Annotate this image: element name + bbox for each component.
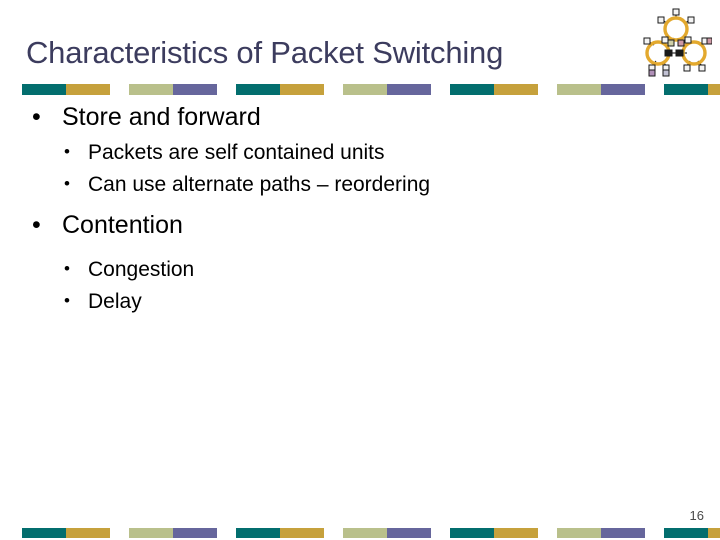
bar-gap [217,528,236,538]
bar-segment-teal [236,528,280,538]
bar-gap [538,528,557,538]
bullet-text: Delay [88,290,142,314]
bullet-level2-delay: • Delay [0,290,720,313]
bullet-text: Congestion [88,258,195,282]
bar-segment-sage [343,528,387,538]
bar-segment-gold [66,84,110,95]
bar-gap [217,84,236,95]
bar-segment-gold [66,528,110,538]
decorative-color-bar-top [22,84,720,95]
bullet-level2-packets-self-contained: • Packets are self contained units [0,141,720,164]
bar-gap [645,528,664,538]
bullet-level1-contention: • Contention [0,210,720,240]
slide-number: 16 [689,508,704,523]
bullet-text: Contention [62,210,183,239]
bar-gap [538,84,557,95]
bar-segment-gold [708,528,720,538]
bar-gap [324,528,343,538]
bar-group [664,528,720,538]
bar-segment-sage [557,528,601,538]
bullet-marker-icon: • [32,103,41,131]
network-topology-icon [632,4,713,80]
bullet-text: Can use alternate paths – reordering [88,172,431,196]
bullet-marker-icon: • [64,259,70,279]
bar-segment-slate [387,528,431,538]
bar-gap [431,84,450,95]
bullet-marker-icon: • [64,291,70,311]
bar-segment-sage [557,84,601,95]
bar-segment-teal [22,528,66,538]
bullet-marker-icon: • [64,141,70,161]
bar-segment-teal [450,528,494,538]
bar-segment-slate [173,528,217,538]
slide-canvas: Characteristics of Packet Switching • St… [0,0,720,540]
bullet-marker-icon: • [32,210,41,239]
bar-segment-gold [494,528,538,538]
bullet-text: Packets are self contained units [88,140,385,164]
bar-gap [645,84,664,95]
bar-segment-teal [664,84,708,95]
bullet-level2-congestion: • Congestion [0,258,720,281]
bar-group [664,84,720,95]
bar-segment-slate [173,84,217,95]
bar-segment-gold [280,84,324,95]
slide-body: • Store and forward • Packets are self c… [0,103,720,313]
bar-gap [110,528,129,538]
bar-segment-sage [129,528,173,538]
bar-segment-sage [343,84,387,95]
bar-gap [431,528,450,538]
bar-group [236,84,450,95]
bar-segment-slate [387,84,431,95]
bar-gap [324,84,343,95]
bar-group [22,528,236,538]
bar-segment-teal [664,528,708,538]
bar-gap [110,84,129,95]
bar-group [236,528,450,538]
page-title: Characteristics of Packet Switching [26,34,504,70]
bullet-marker-icon: • [64,173,70,193]
title-area: Characteristics of Packet Switching [26,28,626,78]
bar-segment-slate [601,84,645,95]
bar-segment-teal [22,84,66,95]
bullet-level2-alternate-paths: • Can use alternate paths – reordering [0,173,720,196]
bar-segment-teal [450,84,494,95]
bar-segment-sage [129,84,173,95]
bullet-level1-store-and-forward: • Store and forward [0,103,720,132]
bar-segment-slate [601,528,645,538]
bar-group [450,528,664,538]
bar-group [22,84,236,95]
bullet-text: Store and forward [62,103,261,131]
bar-group [450,84,664,95]
decorative-color-bar-bottom [22,528,720,538]
bar-segment-gold [280,528,324,538]
bar-segment-gold [494,84,538,95]
bar-segment-teal [236,84,280,95]
bar-segment-gold [708,84,720,95]
